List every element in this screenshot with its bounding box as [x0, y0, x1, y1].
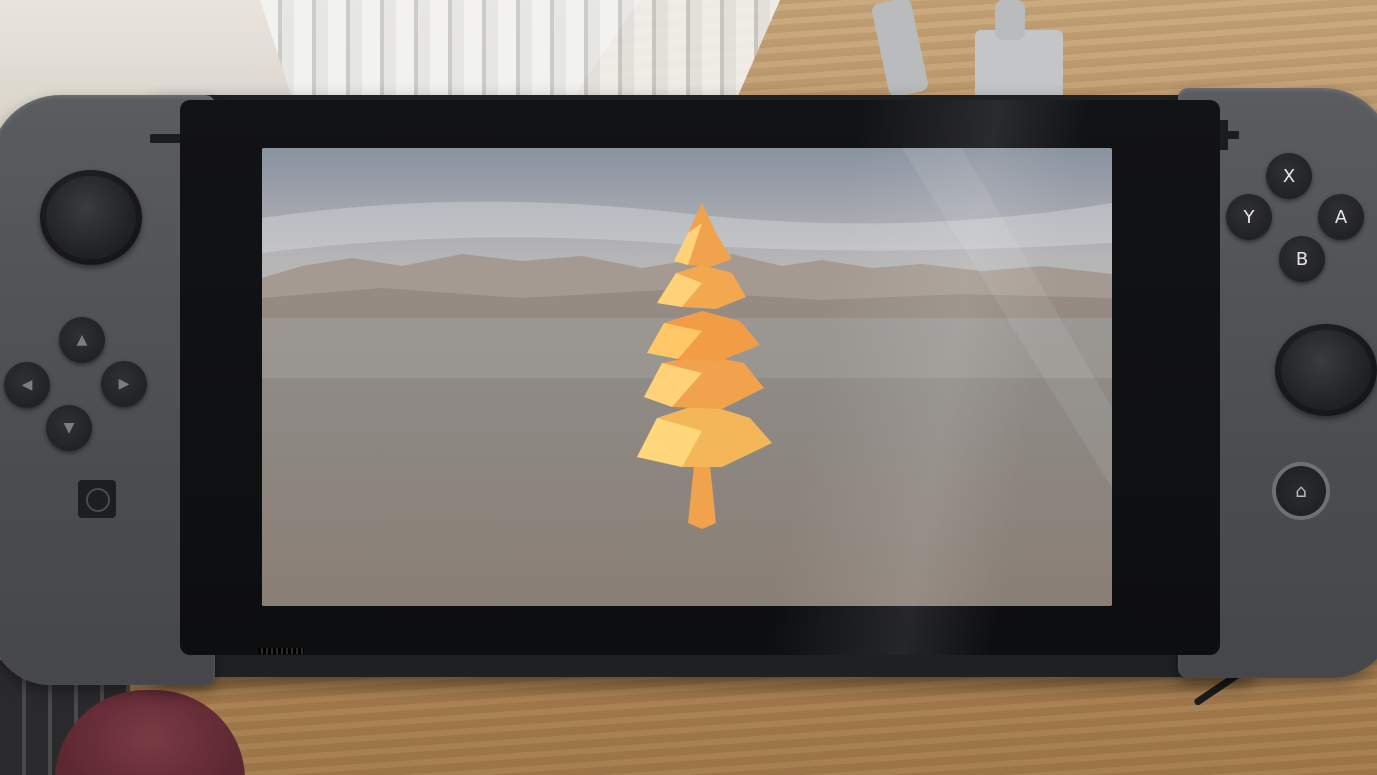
- down-arrow-icon: ▼: [63, 420, 75, 436]
- left-analog-stick[interactable]: [40, 170, 142, 265]
- minus-button[interactable]: [150, 134, 182, 143]
- y-button[interactable]: Y: [1226, 194, 1272, 240]
- capture-button[interactable]: [78, 480, 116, 518]
- home-button[interactable]: ⌂: [1276, 466, 1326, 516]
- x-button-label: X: [1282, 165, 1296, 187]
- speaker-vent: [258, 648, 304, 654]
- dpad-up-button[interactable]: ▲: [59, 317, 105, 363]
- gray-cable-connector: [975, 30, 1063, 100]
- right-analog-stick[interactable]: [1275, 324, 1377, 416]
- a-button-label: A: [1334, 206, 1348, 228]
- gray-cable-right: [995, 0, 1025, 40]
- left-arrow-icon: ◀: [21, 377, 33, 393]
- dpad-down-button[interactable]: ▼: [46, 405, 92, 451]
- b-button[interactable]: B: [1279, 236, 1325, 282]
- right-arrow-icon: ▶: [118, 376, 130, 392]
- x-button[interactable]: X: [1266, 153, 1312, 199]
- radiator: [260, 0, 780, 95]
- game-render: [262, 148, 1112, 606]
- a-button[interactable]: A: [1318, 194, 1364, 240]
- photo-scene: ▲ ◀ ▶ ▼ X Y A B ⌂: [0, 0, 1377, 775]
- home-icon: ⌂: [1295, 480, 1307, 502]
- up-arrow-icon: ▲: [76, 332, 88, 348]
- b-button-label: B: [1295, 248, 1309, 270]
- dpad-right-button[interactable]: ▶: [101, 361, 147, 407]
- game-screen[interactable]: [262, 148, 1112, 606]
- y-button-label: Y: [1243, 206, 1255, 228]
- dpad-left-button[interactable]: ◀: [4, 362, 50, 408]
